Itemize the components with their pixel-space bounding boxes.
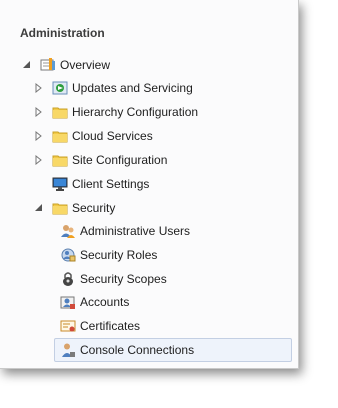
certificate-icon: [60, 318, 76, 334]
tree-item-label: Accounts: [80, 295, 130, 309]
tree-item-label: Hierarchy Configuration: [72, 105, 199, 119]
tree-item-overview[interactable]: Overview: [22, 54, 110, 76]
tree-item-label: Security Scopes: [80, 272, 167, 286]
section-title: Administration: [20, 26, 105, 40]
folder-icon: [52, 128, 68, 144]
overview-icon: [40, 57, 56, 73]
tree-item-certificates[interactable]: Certificates: [60, 315, 140, 337]
collapsed-arrow-icon[interactable]: [34, 131, 44, 141]
tree-item-site-configuration[interactable]: Site Configuration: [34, 149, 167, 171]
tree-item-label: Site Configuration: [72, 153, 168, 167]
tree-item-label: Administrative Users: [80, 224, 191, 238]
collapsed-arrow-icon[interactable]: [34, 107, 44, 117]
tree-item-cloud-services[interactable]: Cloud Services: [34, 125, 153, 147]
tree-item-label: Cloud Services: [72, 129, 153, 143]
tree-item-hierarchy-configuration[interactable]: Hierarchy Configuration: [34, 101, 198, 123]
expanded-arrow-icon[interactable]: [34, 203, 44, 213]
tree-item-client-settings[interactable]: Client Settings: [52, 173, 149, 195]
tree-item-console-connections[interactable]: Console Connections: [54, 338, 292, 362]
console-user-icon: [60, 342, 76, 358]
tree-item-accounts[interactable]: Accounts: [60, 291, 129, 313]
users-icon: [60, 223, 76, 239]
folder-icon: [52, 152, 68, 168]
collapsed-arrow-icon[interactable]: [34, 83, 44, 93]
updates-icon: [52, 80, 68, 96]
accounts-icon: [60, 294, 76, 310]
folder-icon: [52, 200, 68, 216]
lock-icon: [60, 271, 76, 287]
security-roles-icon: [60, 247, 76, 263]
tree-item-label: Updates and Servicing: [72, 81, 193, 95]
tree-item-security[interactable]: Security: [34, 197, 115, 219]
tree-item-security-scopes[interactable]: Security Scopes: [60, 268, 167, 290]
tree-item-updates-and-servicing[interactable]: Updates and Servicing: [34, 77, 193, 99]
tree-item-label: Console Connections: [80, 343, 195, 357]
expanded-arrow-icon[interactable]: [22, 60, 32, 70]
collapsed-arrow-icon[interactable]: [34, 155, 44, 165]
tree-item-administrative-users[interactable]: Administrative Users: [60, 220, 190, 242]
monitor-icon: [52, 176, 68, 192]
tree-item-security-roles[interactable]: Security Roles: [60, 244, 157, 266]
tree-item-label: Certificates: [80, 319, 141, 333]
tree-item-label: Security Roles: [80, 248, 158, 262]
admin-navigation-pane: Administration Overview Updates and Serv…: [0, 0, 299, 369]
tree-item-label: Client Settings: [72, 177, 150, 191]
tree-item-label: Security: [72, 201, 116, 215]
folder-icon: [52, 104, 68, 120]
tree-item-label: Overview: [60, 58, 111, 72]
